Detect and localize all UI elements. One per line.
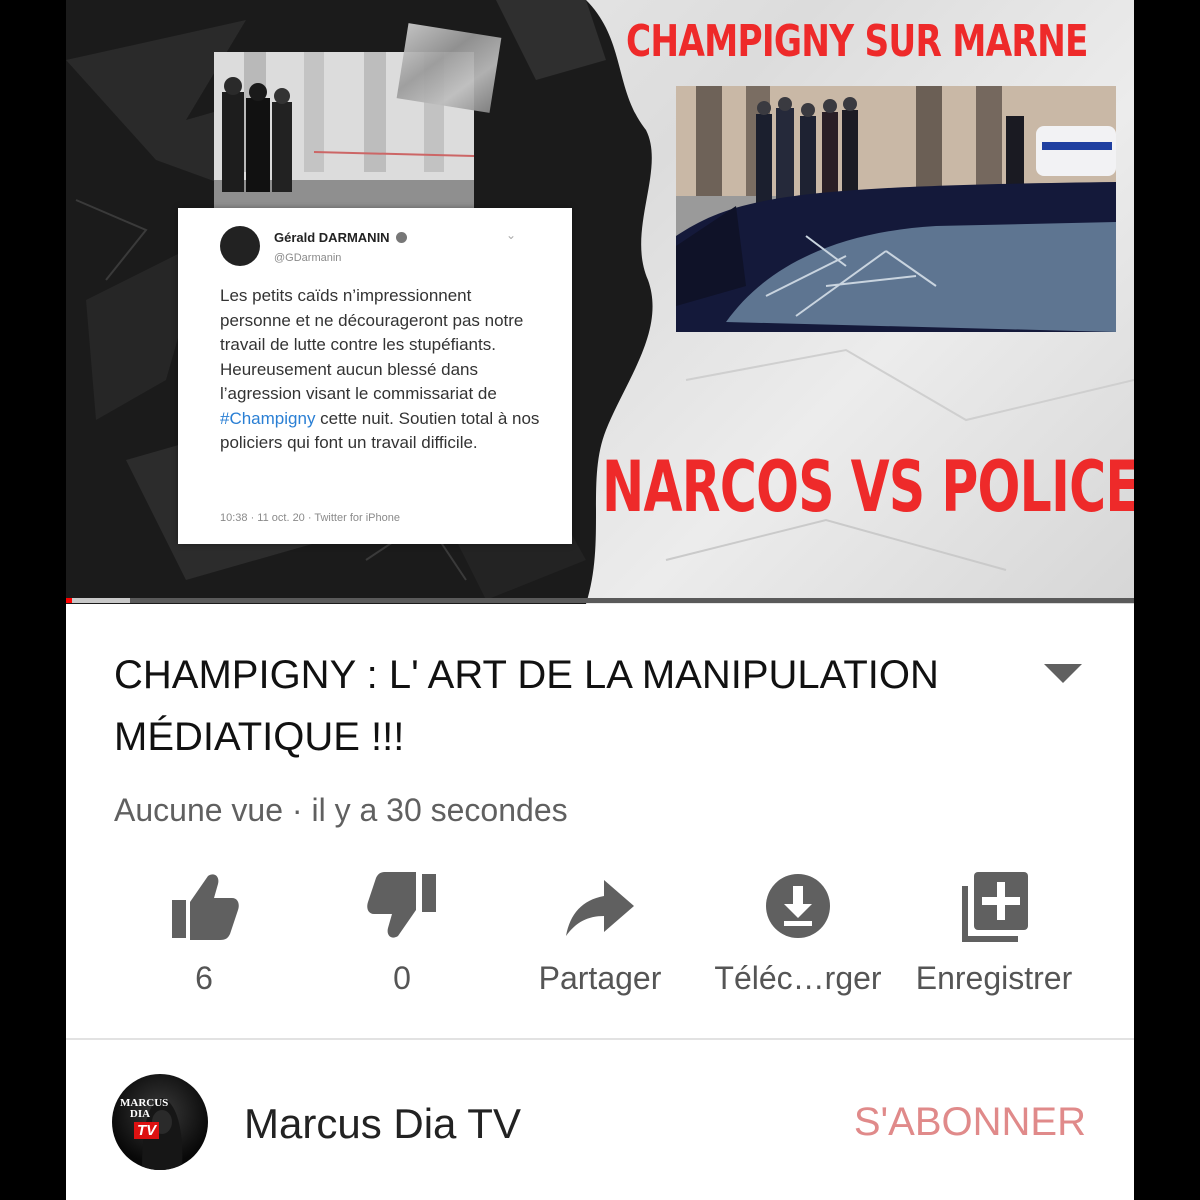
video-views-and-date: Aucune vue · il y a 30 secondes <box>114 792 568 828</box>
video-screen: CHAMPIGNY SUR MARNE Gérald DARMANIN @GDa… <box>66 0 1134 1200</box>
thumbs-up-icon <box>172 874 239 940</box>
add-to-playlist-icon <box>962 872 1028 942</box>
tweet-text: Les petits caïds n’impressionnent person… <box>220 284 540 456</box>
dislike-count: 0 <box>393 960 411 996</box>
channel-logo-text: MARCUS DIA <box>120 1097 169 1120</box>
tweet-text-part-1: Les petits caïds n’impressionnent person… <box>220 286 524 403</box>
thumbnail-headline-bottom: NARCOS VS POLICE <box>602 446 1134 528</box>
save-button[interactable]: Enregistrer <box>904 866 1084 997</box>
download-icon <box>766 874 830 938</box>
video-progress-bar[interactable] <box>66 598 72 603</box>
channel-name[interactable]: Marcus Dia TV <box>244 1100 521 1148</box>
download-button[interactable]: Téléc…rger <box>708 866 888 997</box>
like-button[interactable]: 6 <box>114 866 294 997</box>
share-label: Partager <box>538 960 662 996</box>
tweet-timestamp: 10:38 · 11 oct. 20 · Twitter for iPhone <box>220 512 400 524</box>
damaged-car-photo <box>676 86 1116 332</box>
video-progress-track[interactable] <box>66 598 1134 603</box>
thumbnail-headline-top: CHAMPIGNY SUR MARNE <box>626 16 1088 67</box>
like-count: 6 <box>195 960 213 996</box>
channel-logo-tv: TV <box>134 1122 160 1139</box>
download-label: Téléc…rger <box>714 960 882 996</box>
embedded-tweet-card: Gérald DARMANIN @GDarmanin ⌄ Les petits … <box>178 208 572 544</box>
expand-description-chevron-icon[interactable] <box>1044 664 1082 683</box>
section-divider <box>66 1038 1134 1040</box>
tweet-author-name: Gérald DARMANIN <box>274 230 390 245</box>
channel-avatar[interactable]: MARCUS DIA TV <box>112 1074 208 1170</box>
tape-decoration <box>396 23 502 113</box>
tweet-chevron-icon: ⌄ <box>505 228 516 242</box>
dislike-button[interactable]: 0 <box>312 866 492 997</box>
tweet-hashtag: #Champigny <box>220 408 316 428</box>
share-icon <box>566 880 634 936</box>
tweet-author-handle: @GDarmanin <box>274 252 342 264</box>
share-button[interactable]: Partager <box>510 866 690 997</box>
subscribe-button[interactable]: S'ABONNER <box>854 1100 1086 1145</box>
video-buffer-bar <box>66 598 130 603</box>
tweet-author-avatar <box>220 226 260 266</box>
video-player-thumbnail[interactable]: CHAMPIGNY SUR MARNE Gérald DARMANIN @GDa… <box>66 0 1134 604</box>
thumbs-down-icon <box>367 872 436 938</box>
video-title: CHAMPIGNY : L' ART DE LA MANIPULATION MÉ… <box>114 653 939 759</box>
verified-badge-icon <box>396 232 407 243</box>
save-label: Enregistrer <box>915 960 1073 996</box>
